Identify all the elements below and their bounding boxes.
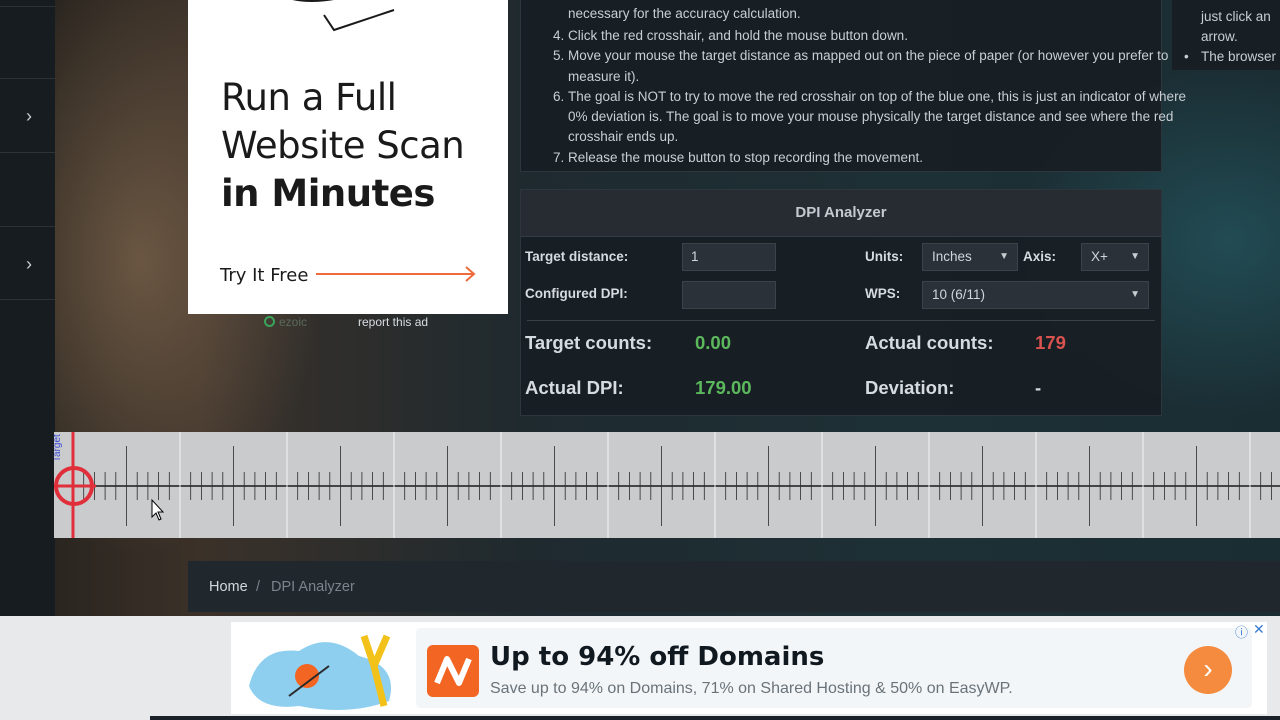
instruction-step: Click the red crosshair, and hold the mo… <box>568 26 1198 46</box>
units-select[interactable]: Inches ▼ <box>922 243 1018 271</box>
target-distance-input[interactable]: 1 <box>682 243 776 271</box>
target-marker-label: Target <box>54 434 63 462</box>
bottom-advertisement[interactable]: Up to 94% off Domains Save up to 94% on … <box>231 621 1267 714</box>
help-text: The browser <box>1201 49 1277 64</box>
breadcrumb: Home / DPI Analyzer <box>188 561 1280 612</box>
breadcrumb-home-link[interactable]: Home <box>209 579 248 595</box>
instruction-step: The goal is NOT to try to move the red c… <box>568 87 1198 148</box>
page-bottom-strip <box>150 716 1280 720</box>
chevron-right-icon[interactable]: › <box>26 255 32 273</box>
help-text: just click an <box>1201 9 1271 24</box>
report-ad-link[interactable]: report this ad <box>358 315 428 329</box>
panel-title: DPI Analyzer <box>521 190 1161 237</box>
ezoic-icon <box>264 316 275 327</box>
instruction-list: Click the red crosshair, and hold the mo… <box>521 26 1198 168</box>
configured-dpi-input[interactable] <box>682 281 776 309</box>
ezoic-label: ezoic <box>279 315 308 329</box>
chevron-right-icon[interactable]: › <box>26 107 32 125</box>
breadcrumb-current: DPI Analyzer <box>271 579 355 595</box>
close-icon[interactable]: ✕ <box>1253 621 1265 638</box>
wps-label: WPS: <box>865 286 901 301</box>
ruler-scale: Target <box>52 432 1280 540</box>
ad-cta-link[interactable]: Try It Free <box>220 265 308 286</box>
chevron-down-icon: ▼ <box>999 251 1009 262</box>
ad-headline-line2: Website Scan <box>221 124 465 167</box>
chevron-down-icon: ▼ <box>1130 251 1140 262</box>
side-navigation: › › <box>0 0 55 620</box>
advertisement-banner[interactable]: Run a Full Website Scan in Minutes Try I… <box>188 0 508 314</box>
units-label: Units: <box>865 249 904 264</box>
instruction-step: Release the mouse button to stop recordi… <box>568 148 1198 168</box>
instructions-panel: necessary for the accuracy calculation. … <box>520 0 1186 172</box>
dpi-analyzer-panel: DPI Analyzer Target distance: 1 Configur… <box>520 189 1162 416</box>
ad-headline-line3: in Minutes <box>221 172 435 215</box>
info-icon[interactable]: ⓘ <box>1235 622 1248 641</box>
axis-label: Axis: <box>1023 249 1057 264</box>
arrow-right-icon <box>316 266 476 282</box>
panel-divider <box>527 320 1155 321</box>
actual-dpi-value: 179.00 <box>695 377 752 398</box>
configured-dpi-label: Configured DPI: <box>525 286 628 301</box>
actual-counts-value: 179 <box>1035 332 1066 353</box>
nav-divider <box>0 299 55 300</box>
namecheap-logo-icon <box>427 645 479 697</box>
target-distance-label: Target distance: <box>525 249 629 264</box>
measurement-ruler[interactable]: Target <box>52 432 1280 540</box>
nav-divider <box>0 226 55 227</box>
ad-slingshot-illustration-icon <box>249 634 391 710</box>
cursor-icon <box>151 498 165 521</box>
instruction-continued: necessary for the accuracy calculation. <box>568 6 801 21</box>
ezoic-badge[interactable]: ezoic <box>264 315 307 329</box>
nav-divider <box>0 152 55 153</box>
axis-value: X+ <box>1091 249 1108 264</box>
ad-subtitle: Save up to 94% on Domains, 71% on Shared… <box>490 680 1013 697</box>
side-help-panel: just click an arrow. • The browser <box>1172 0 1280 70</box>
wps-select[interactable]: 10 (6/11) ▼ <box>922 281 1149 309</box>
nav-divider <box>0 78 55 79</box>
ad-title: Up to 94% off Domains <box>490 642 825 672</box>
deviation-value: - <box>1035 377 1042 398</box>
breadcrumb-separator: / <box>256 579 261 595</box>
ad-headline-line1: Run a Full <box>221 76 397 119</box>
axis-select[interactable]: X+ ▼ <box>1081 243 1149 271</box>
actual-counts-label: Actual counts: <box>865 332 994 353</box>
instruction-step: Move your mouse the target distance as m… <box>568 46 1198 87</box>
target-counts-label: Target counts: <box>525 332 653 353</box>
actual-dpi-label: Actual DPI: <box>525 377 624 398</box>
nav-divider <box>0 6 55 7</box>
help-bullet: • <box>1184 49 1189 64</box>
ad-illustration-icon <box>292 0 395 32</box>
target-counts-value: 0.00 <box>695 332 732 353</box>
deviation-label: Deviation: <box>865 377 955 398</box>
units-value: Inches <box>932 249 972 264</box>
wps-value: 10 (6/11) <box>932 287 986 302</box>
arrow-right-icon[interactable]: › <box>1184 646 1232 694</box>
chevron-down-icon: ▼ <box>1130 289 1140 300</box>
crosshair-icon[interactable] <box>54 466 96 506</box>
help-text: arrow. <box>1201 29 1238 44</box>
